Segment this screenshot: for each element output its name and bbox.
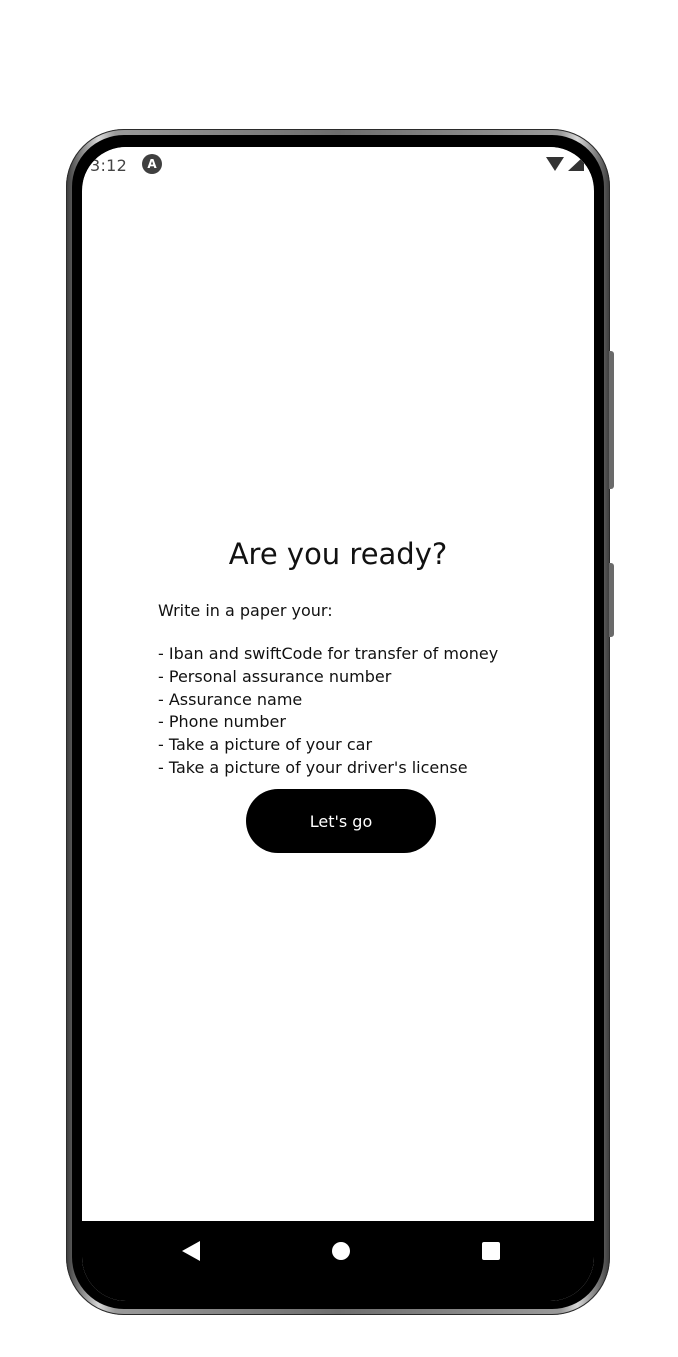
screen: 3:12 A Are you ready? Write in a paper y… [82,147,594,1301]
list-item: - Iban and swiftCode for transfer of mon… [158,644,499,663]
navigation-bar [82,1221,594,1301]
intro-text: Write in a paper your: [158,601,333,620]
main-content: Are you ready? Write in a paper your: - … [82,147,594,1301]
list-item: - Phone number [158,712,286,732]
phone-frame: 3:12 A Are you ready? Write in a paper y… [66,129,614,1315]
volume-button [609,351,614,489]
list-item: - Take a picture of your driver's licens… [158,757,468,777]
back-icon[interactable] [182,1241,200,1261]
list-item: - Assurance name [158,689,303,709]
recents-icon[interactable] [482,1242,500,1260]
phone-bezel: 3:12 A Are you ready? Write in a paper y… [72,135,604,1309]
power-button [609,563,614,637]
lets-go-button[interactable]: Let's go [246,789,436,853]
list-item: - Take a picture of your car [158,735,373,755]
home-icon[interactable] [332,1242,350,1260]
page-title: Are you ready? [228,537,448,571]
list-item: - Personal assurance number [158,666,392,686]
requirements-list: - Iban and swiftCode for transfer of mon… [158,643,498,780]
